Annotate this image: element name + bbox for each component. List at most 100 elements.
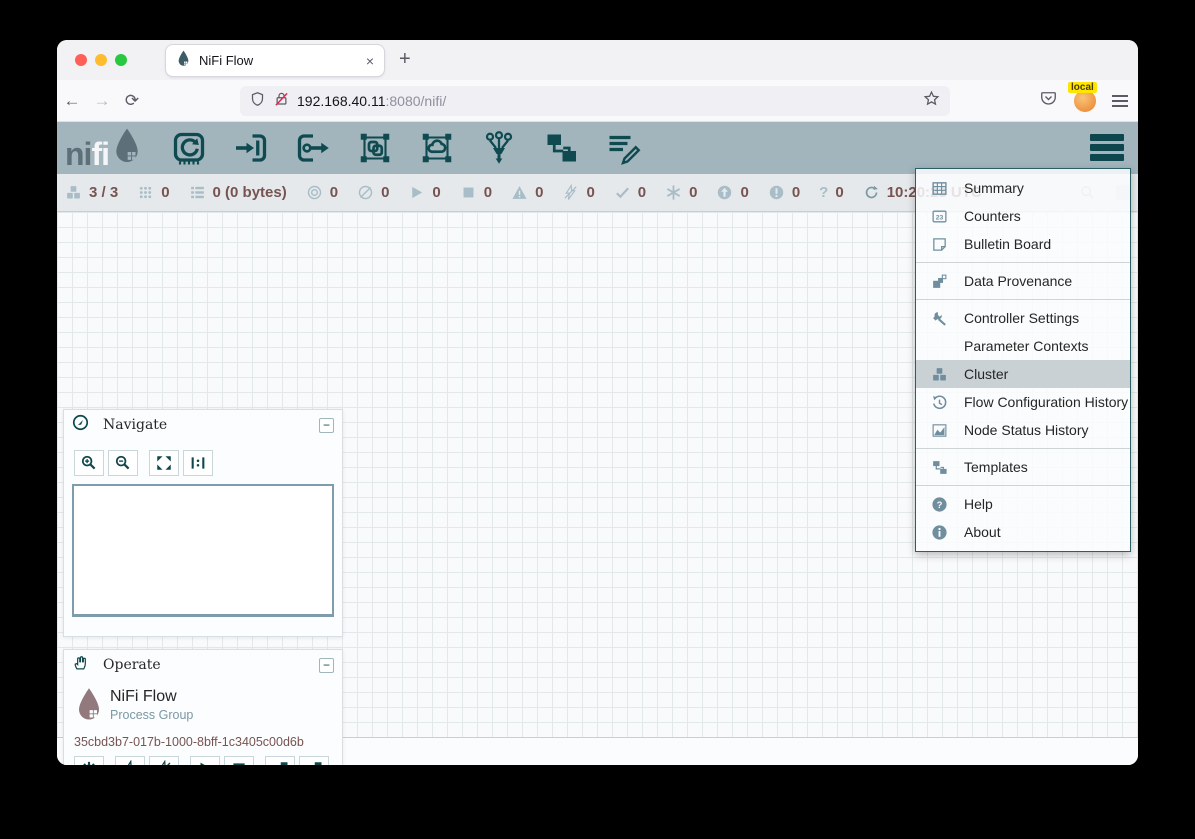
operate-palette: Operate − NiFi Flow Process Group 35cbd3… bbox=[63, 649, 343, 765]
drag-output-port-icon[interactable] bbox=[295, 130, 331, 166]
nifi-header: nifi bbox=[57, 122, 1138, 174]
menu-item-cluster[interactable]: Cluster bbox=[916, 360, 1130, 388]
nifi-logo: nifi bbox=[65, 127, 143, 170]
zoom-out-button[interactable] bbox=[108, 450, 138, 476]
menu-separator bbox=[916, 448, 1130, 449]
info-icon bbox=[929, 524, 949, 541]
browser-tab[interactable]: NiFi Flow × bbox=[165, 44, 385, 77]
counters-icon: 23 bbox=[929, 208, 949, 225]
compass-icon bbox=[72, 414, 89, 436]
menu-item-templates[interactable]: Templates bbox=[916, 453, 1130, 481]
zoom-window-button[interactable] bbox=[115, 54, 127, 66]
url-bar[interactable]: 192.168.40.11:8080/nifi/ bbox=[240, 86, 950, 116]
back-icon[interactable]: ← bbox=[57, 91, 87, 111]
nifi-favicon-icon bbox=[176, 50, 191, 72]
status-sync-failure: ?0 bbox=[819, 184, 844, 201]
status-locally-modified-and-stale: 0 bbox=[768, 184, 800, 201]
zoom-in-button[interactable] bbox=[74, 450, 104, 476]
menu-item-about[interactable]: About bbox=[916, 518, 1130, 546]
url-text[interactable]: 192.168.40.11:8080/nifi/ bbox=[297, 93, 923, 109]
cluster-cubes-icon bbox=[929, 366, 949, 383]
operate-title: Operate bbox=[103, 657, 319, 673]
pocket-icon[interactable] bbox=[1039, 89, 1058, 112]
history-icon bbox=[929, 394, 949, 411]
navigate-title: Navigate bbox=[103, 417, 319, 433]
menu-item-help[interactable]: ?Help bbox=[916, 490, 1130, 518]
status-active-threads: 0 bbox=[137, 184, 169, 201]
profile-label-badge: local bbox=[1068, 82, 1097, 93]
menu-item-parameter-contexts[interactable]: Parameter Contexts bbox=[916, 332, 1130, 360]
process-group-drop-icon bbox=[74, 710, 104, 727]
shield-icon[interactable] bbox=[250, 91, 265, 112]
collapse-operate-button[interactable]: − bbox=[319, 658, 334, 673]
svg-text:?: ? bbox=[936, 500, 942, 510]
status-stale: 0 bbox=[716, 184, 748, 201]
drag-label-icon[interactable] bbox=[605, 130, 641, 166]
drag-remote-process-group-icon[interactable] bbox=[419, 130, 455, 166]
create-template-button[interactable] bbox=[265, 756, 295, 765]
tab-close-icon[interactable]: × bbox=[366, 53, 374, 69]
drag-template-icon[interactable] bbox=[543, 130, 579, 166]
menu-item-data-provenance[interactable]: Data Provenance bbox=[916, 267, 1130, 295]
bookmark-star-icon[interactable] bbox=[923, 90, 940, 112]
question-icon: ? bbox=[819, 184, 828, 201]
status-disabled: 0 bbox=[562, 184, 594, 201]
browser-window: NiFi Flow × + ← → ⟳ 192.168.40.11:8080/n… bbox=[57, 40, 1138, 765]
stop-button[interactable] bbox=[224, 756, 254, 765]
drag-input-port-icon[interactable] bbox=[233, 130, 269, 166]
menu-separator bbox=[916, 262, 1130, 263]
reload-icon[interactable]: ⟳ bbox=[117, 91, 147, 111]
hand-icon bbox=[72, 654, 89, 676]
status-not-transmitting: 0 bbox=[357, 184, 389, 201]
drag-process-group-icon[interactable] bbox=[357, 130, 393, 166]
nifi-drop-icon bbox=[111, 127, 143, 170]
global-menu: Summary 23Counters Bulletin Board Data P… bbox=[915, 168, 1131, 552]
minimize-window-button[interactable] bbox=[95, 54, 107, 66]
browser-navbar: ← → ⟳ 192.168.40.11:8080/nifi/ local bbox=[57, 80, 1138, 122]
navigate-palette: Navigate − bbox=[63, 409, 343, 637]
selected-flow-name: NiFi Flow bbox=[110, 688, 177, 706]
status-locally-modified: 0 bbox=[665, 184, 697, 201]
status-clustered-nodes: 3 / 3 bbox=[65, 184, 118, 201]
status-up-to-date: 0 bbox=[614, 184, 646, 201]
zoom-fit-button[interactable] bbox=[149, 450, 179, 476]
new-tab-button[interactable]: + bbox=[399, 48, 411, 71]
menu-item-bulletin-board[interactable]: Bulletin Board bbox=[916, 230, 1130, 258]
tab-strip: NiFi Flow × + bbox=[57, 40, 1138, 80]
birdseye-minimap[interactable] bbox=[72, 484, 334, 617]
status-running: 0 bbox=[408, 184, 440, 201]
provenance-icon bbox=[929, 273, 949, 290]
template-icon bbox=[929, 459, 949, 476]
menu-separator bbox=[916, 299, 1130, 300]
menu-item-summary[interactable]: Summary bbox=[916, 174, 1130, 202]
bulletin-board-icon bbox=[929, 236, 949, 253]
browser-menu-icon[interactable] bbox=[1112, 95, 1128, 107]
tab-title: NiFi Flow bbox=[199, 53, 366, 68]
drag-funnel-icon[interactable] bbox=[481, 130, 517, 166]
selected-flow-type: Process Group bbox=[110, 708, 193, 722]
close-window-button[interactable] bbox=[75, 54, 87, 66]
nifi-global-menu-button[interactable] bbox=[1090, 134, 1124, 161]
enable-button[interactable] bbox=[115, 756, 145, 765]
menu-item-counters[interactable]: 23Counters bbox=[916, 202, 1130, 230]
disable-button[interactable] bbox=[149, 756, 179, 765]
insecure-lock-icon[interactable] bbox=[274, 91, 289, 112]
start-button[interactable] bbox=[190, 756, 220, 765]
menu-item-flow-configuration-history[interactable]: Flow Configuration History bbox=[916, 388, 1130, 416]
forward-icon[interactable]: → bbox=[87, 91, 117, 111]
status-invalid: 0 bbox=[511, 184, 543, 201]
process-group-id: 35cbd3b7-017b-1000-8bff-1c3405c00d6b bbox=[74, 735, 332, 749]
drag-processor-icon[interactable] bbox=[171, 130, 207, 166]
window-controls[interactable] bbox=[75, 54, 127, 66]
summary-table-icon bbox=[929, 180, 949, 197]
help-icon: ? bbox=[929, 496, 949, 513]
menu-item-controller-settings[interactable]: Controller Settings bbox=[916, 304, 1130, 332]
menu-separator bbox=[916, 485, 1130, 486]
upload-template-button[interactable] bbox=[299, 756, 329, 765]
status-stopped: 0 bbox=[460, 184, 492, 201]
profile-avatar[interactable]: local bbox=[1074, 90, 1096, 112]
collapse-navigate-button[interactable]: − bbox=[319, 418, 334, 433]
zoom-actual-size-button[interactable] bbox=[183, 450, 213, 476]
configure-button[interactable] bbox=[74, 756, 104, 765]
menu-item-node-status-history[interactable]: Node Status History bbox=[916, 416, 1130, 444]
